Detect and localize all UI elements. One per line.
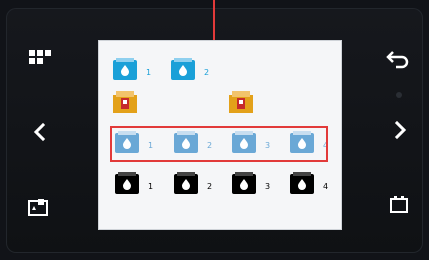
chevron-left-icon: [26, 118, 54, 150]
cartridge-label: 2: [204, 68, 210, 77]
cartridge-label: 1: [148, 182, 154, 191]
cartridge-icon: [24, 194, 52, 226]
printer-control-panel: 1 2 1 2 3 4 1 2 3 4: [0, 0, 429, 260]
ink-cartridge-black-3[interactable]: 3: [231, 172, 270, 196]
ink-drop-icon: [113, 58, 137, 80]
ink-cartridge-black-1[interactable]: 1: [114, 172, 153, 196]
waste-tank-right[interactable]: [228, 91, 260, 115]
ink-drop-icon: [232, 172, 256, 194]
battery-icon: [385, 190, 413, 222]
maintenance-button[interactable]: [22, 194, 54, 226]
ink-drop-icon: [290, 172, 314, 194]
waste-icon: [113, 91, 137, 113]
next-button[interactable]: [384, 116, 416, 148]
cartridge-label: 4: [323, 182, 329, 191]
indicator-dot: [396, 92, 402, 98]
back-button[interactable]: [381, 44, 413, 76]
previous-button[interactable]: [24, 118, 56, 150]
ink-drop-icon: [171, 58, 195, 80]
cartridge-label: 2: [207, 182, 213, 191]
waste-icon: [229, 91, 253, 113]
ink-cartridge-black-4[interactable]: 4: [289, 172, 328, 196]
waste-tank-left[interactable]: [112, 91, 144, 115]
ink-cartridge-black-2[interactable]: 2: [173, 172, 212, 196]
menu-button[interactable]: [22, 44, 54, 76]
ink-drop-icon: [174, 172, 198, 194]
grid-icon: [24, 44, 52, 76]
battery-button[interactable]: [383, 190, 415, 222]
back-arrow-icon: [383, 44, 411, 76]
ink-drop-icon: [115, 172, 139, 194]
cartridge-label: 1: [146, 68, 152, 77]
ink-cartridge-1[interactable]: 1: [112, 58, 151, 82]
selection-highlight: [110, 126, 328, 162]
ink-cartridge-2[interactable]: 2: [170, 58, 209, 82]
chevron-right-icon: [386, 116, 414, 148]
cartridge-label: 3: [265, 182, 271, 191]
